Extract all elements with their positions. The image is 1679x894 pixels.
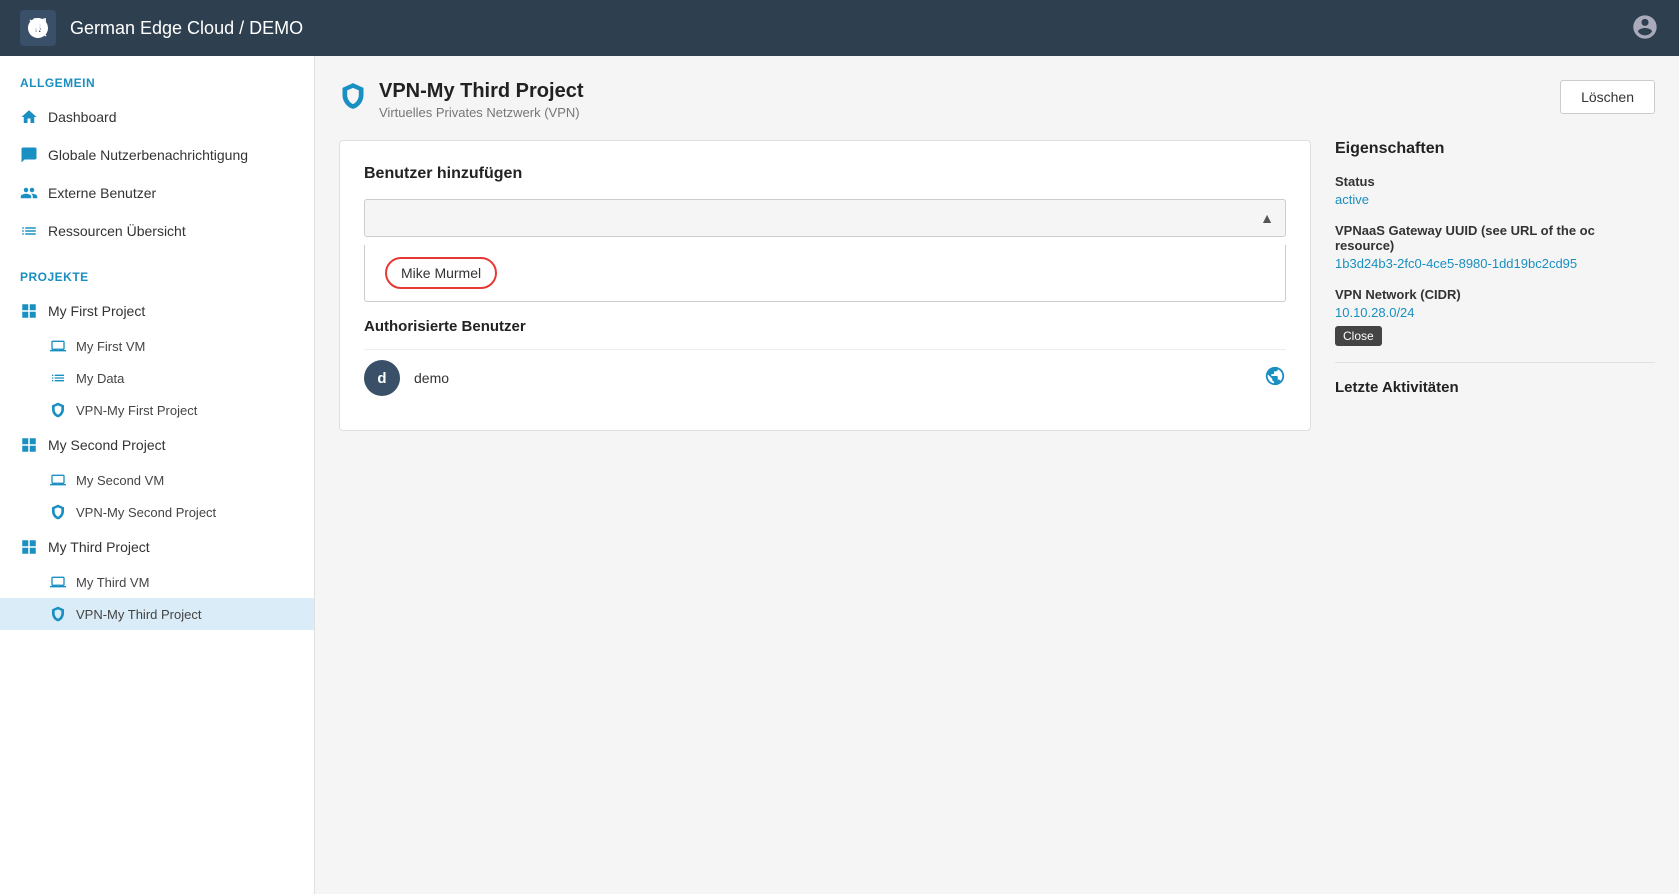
topnav-title: German Edge Cloud / DEMO xyxy=(70,18,1631,39)
my-data-label: My Data xyxy=(76,371,124,386)
sidebar-sub-vpn-second[interactable]: VPN-My Second Project xyxy=(0,496,314,528)
user-name-demo: demo xyxy=(414,370,1250,386)
general-section-label: ALLGEMEIN xyxy=(0,56,314,98)
page-title: VPN-My Third Project xyxy=(379,80,583,103)
vm-icon-1 xyxy=(50,338,66,354)
uuid-label: VPNaaS Gateway UUID (see URL of the oc r… xyxy=(1335,223,1655,253)
grid-icon-3 xyxy=(20,538,38,556)
vm-icon-3 xyxy=(50,574,66,590)
vpn-icon-2 xyxy=(50,504,66,520)
mike-murmel-option[interactable]: Mike Murmel xyxy=(385,257,497,289)
home-icon xyxy=(20,108,38,126)
network-group: VPN Network (CIDR) 10.10.28.0/24 Close xyxy=(1335,287,1655,346)
sidebar: ALLGEMEIN Dashboard Globale Nutzerbenach… xyxy=(0,56,315,894)
properties-title: Eigenschaften xyxy=(1335,140,1655,158)
logo-icon xyxy=(26,16,50,40)
main-content: VPN-My Third Project Virtuelles Privates… xyxy=(315,56,1679,894)
layout: ALLGEMEIN Dashboard Globale Nutzerbenach… xyxy=(0,56,1679,894)
sidebar-item-project-2[interactable]: My Second Project xyxy=(0,426,314,464)
data-icon-1 xyxy=(50,370,66,386)
authorized-users-title: Authorisierte Benutzer xyxy=(364,318,1286,335)
list-icon xyxy=(20,222,38,240)
grid-icon-2 xyxy=(20,436,38,454)
network-value: 10.10.28.0/24 xyxy=(1335,305,1655,320)
uuid-value: 1b3d24b3-2fc0-4ce5-8980-1dd19bc2cd95 xyxy=(1335,256,1655,271)
dashboard-label: Dashboard xyxy=(48,109,117,125)
sidebar-item-resource-overview[interactable]: Ressourcen Übersicht xyxy=(0,212,314,250)
content-sidebar: Eigenschaften Status active VPNaaS Gatew… xyxy=(1335,140,1655,431)
sidebar-item-global-notification[interactable]: Globale Nutzerbenachrichtigung xyxy=(0,136,314,174)
delete-button[interactable]: Löschen xyxy=(1560,80,1655,114)
activities-title: Letzte Aktivitäten xyxy=(1335,379,1655,396)
page-subtitle: Virtuelles Privates Netzwerk (VPN) xyxy=(379,105,583,120)
sidebar-sub-my-second-vm[interactable]: My Second VM xyxy=(0,464,314,496)
my-first-vm-label: My First VM xyxy=(76,339,145,354)
prop-divider xyxy=(1335,362,1655,363)
sidebar-item-dashboard[interactable]: Dashboard xyxy=(0,98,314,136)
project-1-label: My First Project xyxy=(48,303,145,319)
uuid-group: VPNaaS Gateway UUID (see URL of the oc r… xyxy=(1335,223,1655,271)
user-dropdown-wrapper: Mike Murmel ▲ xyxy=(364,199,1286,237)
dropdown-option-list: Mike Murmel xyxy=(364,245,1286,302)
sidebar-sub-my-first-vm[interactable]: My First VM xyxy=(0,330,314,362)
dropdown-option-wrapper: Mike Murmel xyxy=(365,245,1285,301)
sidebar-sub-vpn-third[interactable]: VPN-My Third Project xyxy=(0,598,314,630)
vm-icon-2 xyxy=(50,472,66,488)
vpn-icon-1 xyxy=(50,402,66,418)
status-label: Status xyxy=(1335,174,1655,189)
sidebar-sub-vpn-first[interactable]: VPN-My First Project xyxy=(0,394,314,426)
global-notification-label: Globale Nutzerbenachrichtigung xyxy=(48,147,248,163)
content-main: Benutzer hinzufügen Mike Murmel ▲ Mike M… xyxy=(339,140,1311,431)
page-header: VPN-My Third Project Virtuelles Privates… xyxy=(339,80,1655,120)
sidebar-item-external-users[interactable]: Externe Benutzer xyxy=(0,174,314,212)
sidebar-item-project-1[interactable]: My First Project xyxy=(0,292,314,330)
network-label: VPN Network (CIDR) xyxy=(1335,287,1655,302)
people-icon xyxy=(20,184,38,202)
sidebar-sub-my-data[interactable]: My Data xyxy=(0,362,314,394)
add-user-title: Benutzer hinzufügen xyxy=(364,165,1286,183)
main-card: Benutzer hinzufügen Mike Murmel ▲ Mike M… xyxy=(339,140,1311,431)
user-menu-button[interactable] xyxy=(1631,13,1659,44)
vpn-page-icon xyxy=(339,82,367,116)
external-users-label: Externe Benutzer xyxy=(48,185,156,201)
user-row-demo: d demo xyxy=(364,349,1286,406)
chat-icon xyxy=(20,146,38,164)
vpn-first-label: VPN-My First Project xyxy=(76,403,197,418)
my-third-vm-label: My Third VM xyxy=(76,575,149,590)
user-avatar-demo: d xyxy=(364,360,400,396)
status-value: active xyxy=(1335,192,1655,207)
page-header-actions: Löschen xyxy=(1560,80,1655,114)
vpn-third-label: VPN-My Third Project xyxy=(76,607,201,622)
sidebar-sub-my-third-vm[interactable]: My Third VM xyxy=(0,566,314,598)
status-group: Status active xyxy=(1335,174,1655,207)
page-header-text: VPN-My Third Project Virtuelles Privates… xyxy=(379,80,583,120)
vpn-icon-3 xyxy=(50,606,66,622)
close-tooltip[interactable]: Close xyxy=(1335,326,1382,346)
project-2-label: My Second Project xyxy=(48,437,166,453)
vpn-second-label: VPN-My Second Project xyxy=(76,505,216,520)
my-second-vm-label: My Second VM xyxy=(76,473,164,488)
sidebar-item-project-3[interactable]: My Third Project xyxy=(0,528,314,566)
grid-icon-1 xyxy=(20,302,38,320)
project-3-label: My Third Project xyxy=(48,539,150,555)
resource-overview-label: Ressourcen Übersicht xyxy=(48,223,186,239)
user-globe-icon[interactable] xyxy=(1264,365,1286,392)
projects-section-label: PROJEKTE xyxy=(0,250,314,292)
logo xyxy=(20,10,56,46)
user-dropdown[interactable]: Mike Murmel xyxy=(364,199,1286,237)
content-grid: Benutzer hinzufügen Mike Murmel ▲ Mike M… xyxy=(339,140,1655,431)
topnav: German Edge Cloud / DEMO xyxy=(0,0,1679,56)
user-icon xyxy=(1631,13,1659,41)
